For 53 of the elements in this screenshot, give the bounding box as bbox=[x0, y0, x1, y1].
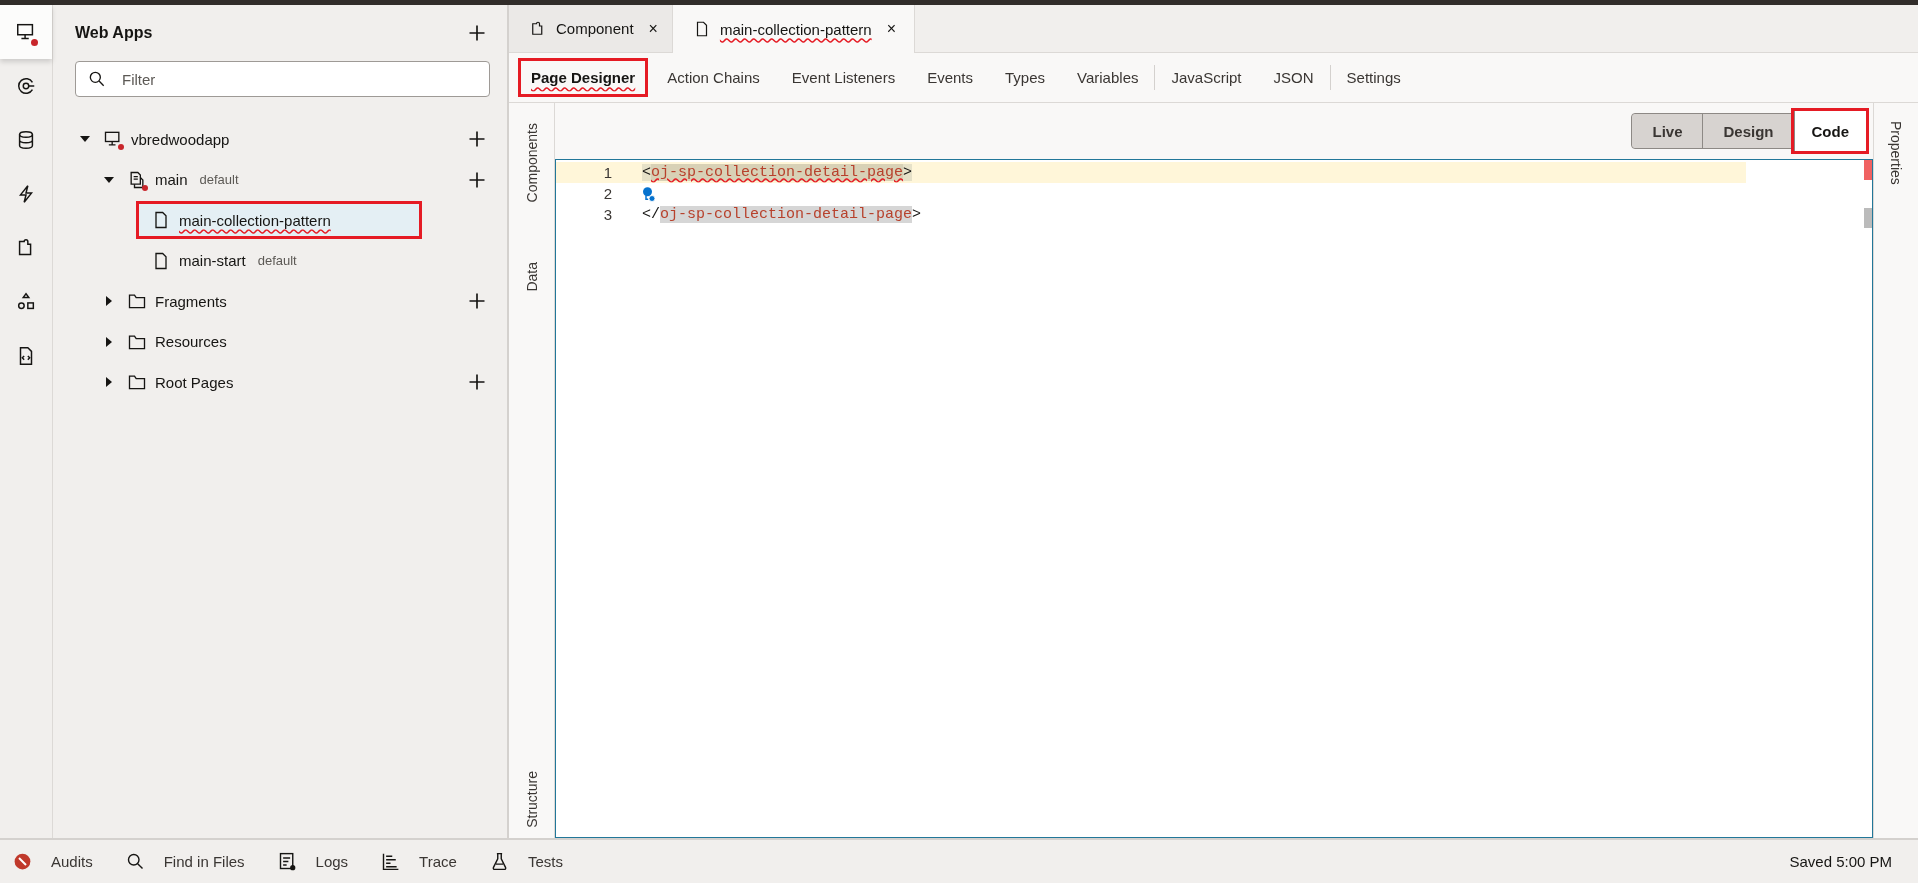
save-status: Saved 5:00 PM bbox=[1789, 853, 1892, 870]
scrollbar[interactable] bbox=[1864, 160, 1872, 228]
sidebar-tab[interactable] bbox=[0, 5, 52, 59]
designer-tab[interactable]: Page Designer bbox=[521, 61, 646, 94]
tree-item[interactable]: main-collection-pattern bbox=[139, 204, 419, 237]
add-button[interactable] bbox=[467, 372, 487, 393]
search-icon bbox=[87, 69, 107, 89]
line-number: 3 bbox=[602, 206, 613, 223]
tool-tab[interactable]: Audits bbox=[51, 853, 93, 870]
add-button[interactable] bbox=[467, 129, 487, 150]
tool-tab[interactable]: Trace bbox=[419, 853, 457, 870]
add-button[interactable] bbox=[467, 291, 487, 312]
panel-title: Web Apps bbox=[75, 24, 153, 42]
plus-icon bbox=[467, 23, 487, 43]
close-button[interactable]: × bbox=[648, 19, 658, 38]
plus-icon bbox=[467, 372, 487, 393]
tool-tab[interactable]: Tests bbox=[527, 853, 563, 870]
tree-item[interactable]: Root Pages bbox=[115, 366, 242, 399]
tool-tab[interactable]: Logs bbox=[315, 853, 349, 870]
panel-tab[interactable]: Data bbox=[523, 262, 540, 292]
panel-tab[interactable]: Components bbox=[523, 123, 540, 203]
blocked-icon bbox=[12, 851, 33, 872]
designer-tab[interactable]: Event Listeners bbox=[775, 61, 912, 94]
tree-item[interactable]: main default bbox=[115, 163, 247, 196]
designer-tab[interactable]: Variables bbox=[1061, 61, 1155, 94]
editor-tab[interactable]: Component × bbox=[509, 5, 673, 52]
target-icon bbox=[15, 75, 37, 97]
editor-tab[interactable]: main-collection-pattern × bbox=[672, 5, 915, 53]
tree-item[interactable]: Fragments bbox=[115, 285, 235, 318]
designer-tab[interactable]: JavaScript bbox=[1154, 65, 1258, 90]
plus-icon bbox=[467, 291, 487, 312]
close-button[interactable]: × bbox=[886, 20, 896, 38]
tool-tab[interactable]: Find in Files bbox=[163, 853, 245, 870]
tree-item[interactable]: Resources bbox=[115, 325, 235, 358]
code-line: </oj-sp-collection-detail-page> bbox=[642, 206, 922, 223]
designer-tab[interactable]: Settings bbox=[1329, 65, 1417, 90]
lightbulb-icon bbox=[640, 184, 658, 203]
designer-tab[interactable]: JSON bbox=[1257, 61, 1330, 94]
tree-item[interactable]: vbredwoodapp bbox=[91, 123, 238, 156]
line-number: 2 bbox=[602, 185, 613, 202]
panel-tab[interactable]: Structure bbox=[523, 771, 540, 828]
filter-field[interactable]: Filter bbox=[75, 61, 490, 97]
code-line: <oj-sp-collection-detail-page> bbox=[642, 164, 913, 181]
panel-tab[interactable]: Properties bbox=[1888, 121, 1904, 185]
view-mode-button[interactable]: Code bbox=[1793, 111, 1866, 151]
plus-icon bbox=[467, 129, 487, 150]
designer-tab[interactable]: Types bbox=[989, 61, 1062, 94]
line-number: 1 bbox=[602, 164, 613, 181]
add-button[interactable] bbox=[467, 23, 487, 43]
designer-tab[interactable]: Action Chains bbox=[651, 61, 776, 94]
tree-item[interactable]: main-start default bbox=[139, 244, 305, 277]
code-editor[interactable]: 1 <oj-sp-collection-detail-page> 2 3 </oj-sp-collection-detail-page> bbox=[555, 159, 1873, 838]
designer-tab[interactable]: Events bbox=[911, 61, 990, 94]
